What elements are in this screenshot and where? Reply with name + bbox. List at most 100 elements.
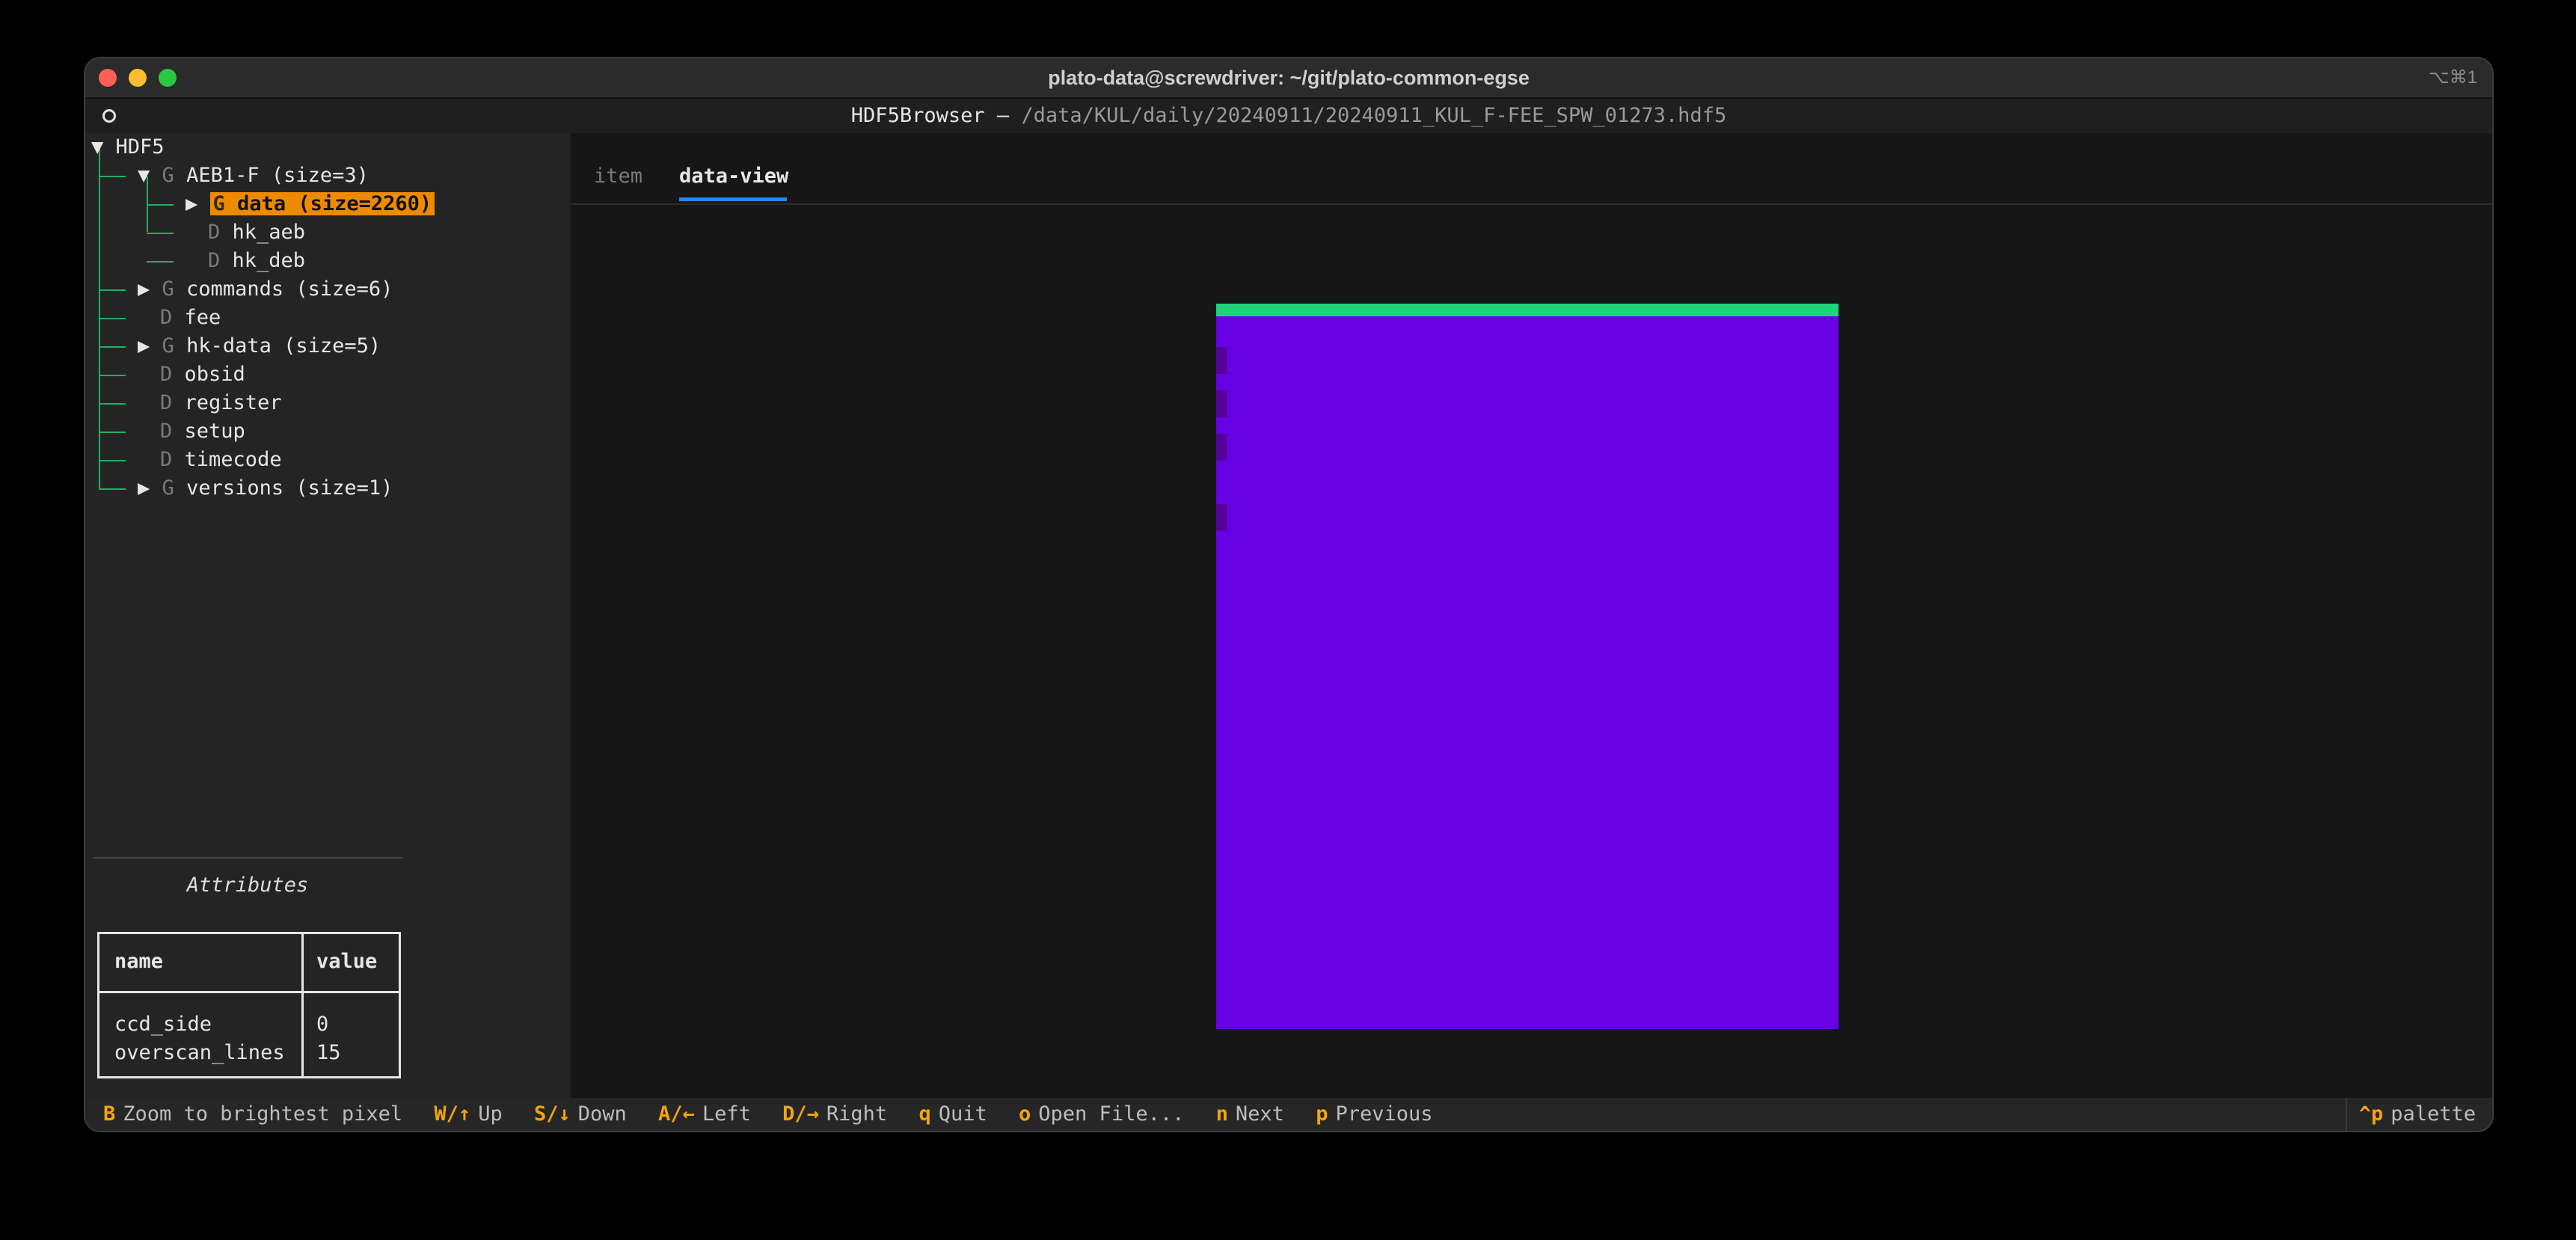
key-description: Open File... [1038,1102,1185,1126]
main-panel: item data-view [571,133,2492,1098]
tree-node-hk-data[interactable]: ▶ G hk-data (size=5) [138,332,381,360]
key-description: Down [577,1102,627,1126]
tree-guide [99,289,126,291]
tree-node-hk-deb[interactable]: D hk_deb [185,247,305,275]
tree-node-versions[interactable]: ▶ G versions (size=1) [138,474,393,503]
key-up[interactable]: W/↑ Up [434,1102,502,1126]
key-next[interactable]: n Next [1216,1102,1284,1126]
key-label: o [1019,1102,1031,1126]
key-label: S/↓ [533,1102,571,1126]
collapsed-arrow-icon[interactable]: ▶ [138,334,150,357]
hot-pixel [1216,434,1227,461]
ccd-image-view[interactable] [1216,304,1839,1029]
key-description: Left [702,1102,751,1126]
attributes-title: Attributes [186,874,309,897]
file-path: /data/KUL/daily/20240911/20240911_KUL_F-… [1021,104,1727,127]
group-type-marker: G [162,476,174,500]
tree-guide [99,375,126,376]
expanded-arrow-icon[interactable]: ▼ [91,135,103,159]
attr-header-value: value [316,950,378,973]
app-title: HDF5Browser — /data/KUL/daily/20240911/2… [85,99,2492,133]
tree-node-label: AEB1-F (size=3) [186,164,369,187]
key-description: Up [478,1102,503,1126]
tree-node-timecode[interactable]: D timecode [138,446,282,474]
status-bar: B Zoom to brightest pixel W/↑ Up S/↓ Down A… [85,1098,2492,1131]
tree-node-obsid[interactable]: D obsid [138,360,245,389]
tab-item[interactable]: item [594,162,643,191]
dataset-type-marker: D [160,363,173,386]
dataset-type-marker: D [160,448,173,471]
group-type-marker: G [162,164,174,187]
selected-node[interactable]: G data (size=2260) [209,192,435,215]
tab-data-view[interactable]: data-view [679,162,788,191]
key-right[interactable]: D/→ Right [782,1102,887,1126]
key-label: B [103,1102,116,1126]
tree-guide [99,403,126,405]
tree-node-label: hk_aeb [232,221,306,244]
group-type-marker: G [162,334,174,357]
expanded-arrow-icon[interactable]: ▼ [138,164,150,187]
hot-pixel [1216,504,1227,531]
collapsed-arrow-icon[interactable]: ▶ [138,277,150,301]
tree-node-commands[interactable]: ▶ G commands (size=6) [138,275,393,304]
tree-node-aeb1-f[interactable]: ▼ G AEB1-F (size=3) [138,162,369,190]
tree-guide [99,176,126,177]
attributes-table: name value ccd_side 0 overscan_lines 15 [97,932,401,1078]
tree-node-label: HDF5 [115,135,165,159]
tree-node-label: commands (size=6) [186,277,393,301]
tree-node-label: setup [184,420,245,443]
key-zoom-brightest[interactable]: B Zoom to brightest pixel [103,1102,402,1126]
tree-node-setup[interactable]: D setup [138,417,245,446]
tree-node-label: fee [184,306,221,329]
key-open-file[interactable]: o Open File... [1019,1102,1184,1126]
tree-guide [99,148,100,402]
key-description: Right [826,1102,888,1126]
table-header-divider [99,991,399,993]
key-label: n [1215,1102,1228,1126]
tree-guide [99,460,126,461]
key-label: p [1316,1102,1328,1126]
group-type-marker: G [162,277,174,301]
keybinding-list: B Zoom to brightest pixel W/↑ Up S/↓ Down A… [103,1098,1453,1131]
attr-row-name: ccd_side [114,1013,212,1036]
key-down[interactable]: S/↓ Down [534,1102,627,1126]
command-palette-button[interactable]: ^p palette [2345,1098,2476,1131]
tree-node-fee[interactable]: D fee [138,304,221,332]
tree-node-hk-aeb[interactable]: D hk_aeb [185,218,305,247]
key-description: Zoom to brightest pixel [123,1102,403,1126]
tree-node-label: hk-data (size=5) [186,334,381,357]
tree-node-data[interactable]: ▶ G data (size=2260) [185,190,435,218]
key-label: D/→ [782,1102,819,1126]
key-description: palette [2391,1102,2476,1126]
app-name: HDF5Browser — [850,104,1010,127]
tree-node-register[interactable]: D register [138,389,282,417]
window-shortcut: ⌥⌘1 [2428,67,2477,88]
dataset-type-marker: D [208,249,221,272]
window-title: plato-data@screwdriver: ~/git/plato-comm… [1048,67,1530,89]
key-label: A/← [658,1102,695,1126]
tree-node-label: versions (size=1) [186,476,393,500]
tree-node-label: timecode [184,448,282,471]
collapsed-arrow-icon[interactable]: ▶ [138,476,150,500]
hot-pixel [1216,347,1227,374]
attr-header-name: name [114,950,164,973]
app-header: HDF5Browser — /data/KUL/daily/20240911/2… [85,99,2492,133]
collapsed-arrow-icon[interactable]: ▶ [185,192,197,215]
key-description: Previous [1335,1102,1433,1126]
key-previous[interactable]: p Previous [1316,1102,1432,1126]
tree-guide [99,318,126,319]
key-left[interactable]: A/← Left [658,1102,751,1126]
hot-pixel [1216,390,1227,417]
tree-guide [147,204,174,206]
tree-node-label: data (size=2260) [237,192,432,215]
dataset-type-marker: D [160,420,173,443]
tree-node-label: register [184,391,282,414]
key-description: Next [1235,1102,1284,1126]
tree-guide [99,488,126,490]
table-column-divider [301,934,304,1076]
key-quit[interactable]: q Quit [919,1102,987,1126]
tree-node-hdf5[interactable]: ▼ HDF5 [91,133,165,162]
attr-row-value: 15 [316,1041,341,1064]
tree-guide [99,346,126,348]
key-label: q [919,1102,931,1126]
